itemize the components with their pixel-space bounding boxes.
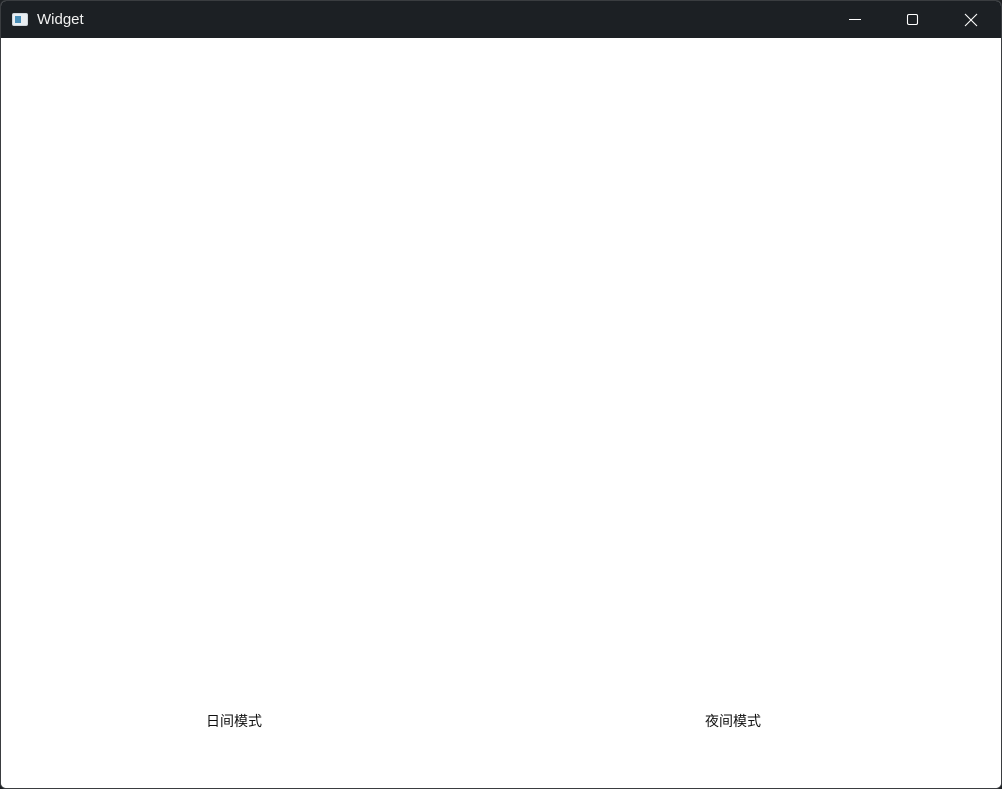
window-title: Widget <box>37 11 84 28</box>
maximize-button[interactable] <box>884 1 942 38</box>
app-window-icon <box>12 13 28 26</box>
app-icon-pane <box>15 16 21 23</box>
maximize-icon <box>906 13 919 26</box>
title-bar[interactable]: Widget <box>1 1 1001 38</box>
app-window: Widget 日间模式 夜间模式 <box>0 0 1002 789</box>
close-button[interactable] <box>942 1 1000 38</box>
minimize-icon <box>849 18 861 21</box>
minimize-button[interactable] <box>826 1 884 38</box>
night-mode-button[interactable]: 夜间模式 <box>663 710 803 734</box>
main-content: 日间模式 夜间模式 <box>1 38 1001 788</box>
close-icon <box>964 13 978 27</box>
day-mode-button[interactable]: 日间模式 <box>164 710 304 734</box>
